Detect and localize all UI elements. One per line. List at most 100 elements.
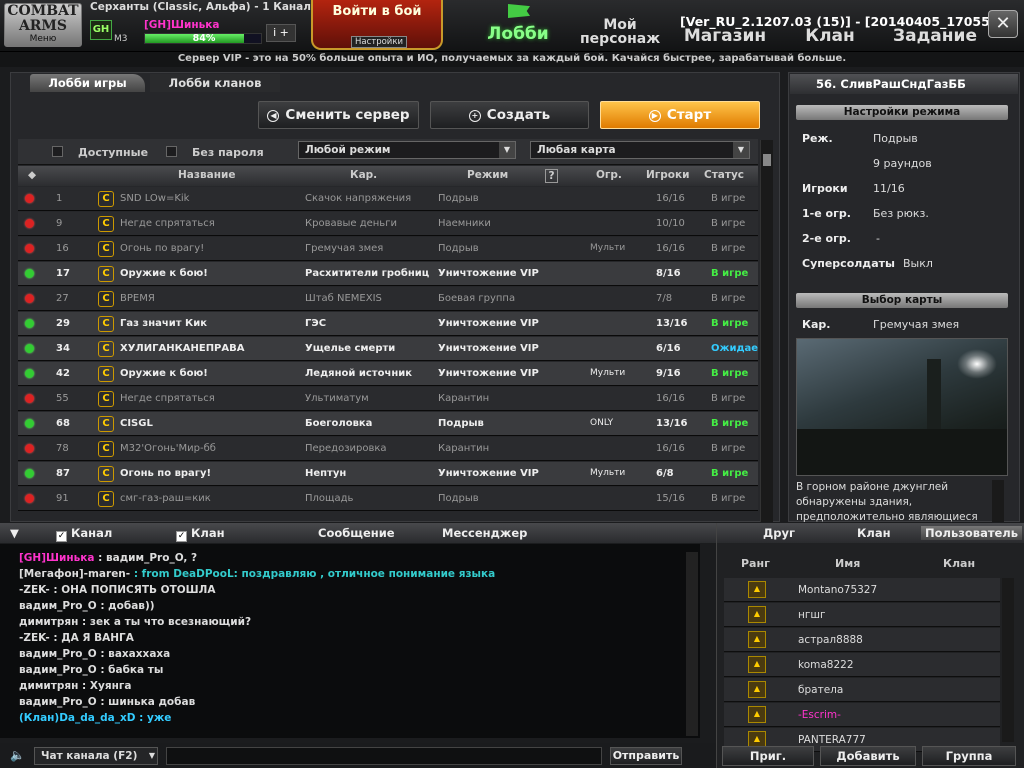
no-password-checkbox[interactable] xyxy=(166,146,177,157)
xp-bar: 84% xyxy=(144,33,262,44)
room-row[interactable]: 34 C ХУЛИГАНКАНЕПРАВА Ущелье смерти Уничтоже… xyxy=(18,337,758,361)
nav-lobby[interactable]: Лобби xyxy=(478,24,558,44)
room-row[interactable]: 16 C Огонь по врагу! Гремучая змея Подрыв Мул… xyxy=(18,237,758,261)
tab-channel[interactable]: ✓ Канал xyxy=(56,526,112,542)
chat-author[interactable]: (Клан)Da_da_da_xD xyxy=(19,712,135,724)
friend-name: астрал8888 xyxy=(798,634,863,646)
room-row[interactable]: 42 C Оружие к бою! Ледяной источник Уничтоже… xyxy=(18,362,758,386)
col-mode-header[interactable]: Режим xyxy=(467,169,508,181)
tab-friend[interactable]: Друг xyxy=(763,526,795,540)
room-mode: Уничтожение VIP xyxy=(438,368,539,379)
room-status: В игре xyxy=(711,493,746,504)
col-map-header[interactable]: Кар. xyxy=(350,169,377,181)
room-map: Передозировка xyxy=(305,443,387,454)
add-friend-button[interactable]: Добавить xyxy=(820,746,916,766)
players-value: 11/16 xyxy=(873,182,905,195)
room-row[interactable]: 91 Cсмг-газ-раш=кик Площадь Подрыв 15/16 В иг… xyxy=(18,487,758,511)
chat-author[interactable]: вадим_Pro_O xyxy=(19,648,97,660)
col-limit-header[interactable]: Огр. xyxy=(596,169,622,181)
nav-clan[interactable]: Клан xyxy=(800,26,860,46)
room-row[interactable]: 78 C M32'Огонь'Мир-бб Передозировка Карантин… xyxy=(18,437,758,461)
sort-icon[interactable]: ◆ xyxy=(28,169,36,181)
chat-author[interactable]: димитрян xyxy=(19,616,78,628)
chat-author[interactable]: -ZEK- xyxy=(19,632,50,644)
chat-author[interactable]: [Мегафон]-maren- xyxy=(19,568,130,580)
room-mode: Карантин xyxy=(438,443,490,454)
room-row[interactable]: 9 C Негде спрятаться Кровавые деньги Наемник… xyxy=(18,212,758,236)
tab-friend-clan[interactable]: Клан xyxy=(857,526,891,540)
room-row[interactable]: 27 C ВРЕМЯ Штаб NEMEXIS Боевая группа 7/8 В иг… xyxy=(18,287,758,311)
nav-task[interactable]: Задание xyxy=(890,26,980,46)
mode-select[interactable]: Любой режим ▼ xyxy=(298,141,516,159)
chat-author[interactable]: димитрян xyxy=(19,680,78,692)
tab-user[interactable]: Пользователь xyxy=(921,526,1022,540)
available-checkbox[interactable] xyxy=(52,146,63,157)
chat-author[interactable]: -ZEK- xyxy=(19,584,50,596)
collapse-icon[interactable]: ▼ xyxy=(10,526,19,540)
room-row[interactable]: 87 C Огонь по врагу! Нептун Уничтожение VIP М… xyxy=(18,462,758,486)
chat-line: вадим_Pro_O : шинька добав xyxy=(19,696,195,708)
nav-my-character[interactable]: Мой персонаж xyxy=(580,18,660,46)
invite-button[interactable]: Приг. xyxy=(722,746,814,766)
help-icon[interactable]: ? xyxy=(545,169,558,183)
col-status-header[interactable]: Статус xyxy=(704,169,744,181)
clan-emblem-icon: C xyxy=(98,366,114,382)
friend-row[interactable]: ▲ Montano75327 xyxy=(724,578,1000,602)
change-server-button[interactable]: ◀ Сменить сервер xyxy=(258,101,419,129)
friend-row[interactable]: ▲ -Escrim- xyxy=(724,703,1000,727)
create-room-button[interactable]: + Создать xyxy=(430,101,589,129)
chat-author[interactable]: [GH]Шинька xyxy=(19,552,94,564)
room-number: 1 xyxy=(56,193,63,204)
friend-row[interactable]: ▲ koma8222 xyxy=(724,653,1000,677)
enter-battle-button[interactable]: Войти в бой Настройки xyxy=(311,0,443,50)
chat-author[interactable]: вадим_Pro_O xyxy=(19,664,97,676)
chat-author[interactable]: вадим_Pro_O xyxy=(19,600,97,612)
room-row[interactable]: 29 C Газ значит Кик ГЭС Уничтожение VIP 13/16… xyxy=(18,312,758,336)
room-row[interactable]: 68 C CISGL Боеголовка Подрыв ONLY 13/16 В игре xyxy=(18,412,758,436)
friend-row[interactable]: ▲ астрал8888 xyxy=(724,628,1000,652)
room-map: Площадь xyxy=(305,493,354,504)
send-button[interactable]: Отправить xyxy=(610,747,682,765)
map-select-title: Выбор карты xyxy=(796,293,1008,308)
tab-clan-lobby[interactable]: Лобби кланов xyxy=(150,74,280,92)
room-mode: Уничтожение VIP xyxy=(438,268,539,279)
room-number: 9 xyxy=(56,218,63,229)
friend-row[interactable]: ▲ нгшг xyxy=(724,603,1000,627)
logo-text: COMBAT xyxy=(7,3,79,19)
map-description: В горном районе джунглей обнаружены здан… xyxy=(796,481,978,522)
room-row[interactable]: 55 C Негде спрятаться Ультиматум Карантин 16/… xyxy=(18,387,758,411)
friend-list-scrollbar[interactable] xyxy=(1002,578,1014,742)
chat-author[interactable]: вадим_Pro_O xyxy=(19,696,97,708)
map-desc-scrollbar[interactable] xyxy=(992,480,1004,522)
room-players: 16/16 xyxy=(656,193,685,204)
tab-messenger[interactable]: Мессенджер xyxy=(442,526,527,540)
room-row[interactable]: 1 C SND LOw=Kik Скачок напряжения Подрыв 16/1… xyxy=(18,187,758,211)
chat-scrollbar[interactable] xyxy=(686,552,698,736)
version-string: [Ver_RU_2.1207.03 (15)] - [20140405_1705… xyxy=(680,14,1005,29)
room-status-dot xyxy=(25,269,34,278)
group-button[interactable]: Группа xyxy=(922,746,1016,766)
room-list-scrollbar[interactable] xyxy=(760,140,773,522)
friend-row[interactable]: ▲ братела xyxy=(724,678,1000,702)
chat-text: : уже xyxy=(139,712,172,724)
chat-channel-select[interactable]: Чат канала (F2) ▼ xyxy=(34,747,158,765)
col-name-header[interactable]: Название xyxy=(178,169,235,181)
map-select[interactable]: Любая карта ▼ xyxy=(530,141,750,159)
scroll-thumb[interactable] xyxy=(763,154,771,166)
col-players-header[interactable]: Игроки xyxy=(646,169,690,181)
game-logo-menu[interactable]: COMBAT ARMS Меню xyxy=(4,3,82,47)
tab-message[interactable]: Сообщение xyxy=(318,526,395,540)
room-number: 42 xyxy=(56,368,70,379)
room-number: 91 xyxy=(56,493,69,504)
friend-name: братела xyxy=(798,684,844,696)
tab-clan-chat[interactable]: ✓ Клан xyxy=(176,526,225,542)
nav-shop[interactable]: Магазин xyxy=(680,26,770,46)
speaker-icon[interactable]: 🔈 xyxy=(10,748,25,762)
room-row[interactable]: 17 C Оружие к бою! Расхитители гробниц Уничт… xyxy=(18,262,758,286)
close-button[interactable]: ✕ xyxy=(988,10,1018,38)
tab-game-lobby[interactable]: Лобби игры xyxy=(30,74,145,92)
start-button[interactable]: ▶ Старт xyxy=(600,101,760,129)
chat-input[interactable] xyxy=(166,747,602,765)
user-options-icon[interactable]: i + xyxy=(266,24,296,42)
settings-button[interactable]: Настройки xyxy=(351,36,407,48)
